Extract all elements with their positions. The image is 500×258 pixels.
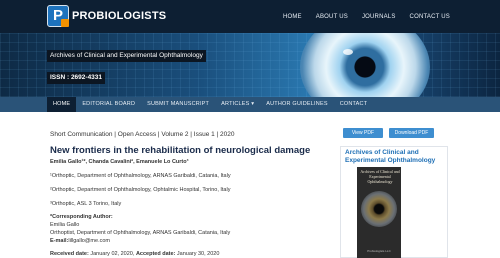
article-authors: Emilia Gallo¹*, Chanda Cavalini², Emanue… <box>50 159 189 165</box>
journal-banner <box>0 33 500 97</box>
download-pdf-button[interactable]: Download PDF <box>389 128 434 138</box>
top-nav: HOME ABOUT US JOURNALS CONTACT US <box>283 0 500 33</box>
banner-journal-title: Archives of Clinical and Experimental Op… <box>47 50 206 62</box>
accepted-label: Accepted date: <box>135 251 176 257</box>
corresponding-author-dept: Orthoptist, Department of Ophthalmology,… <box>50 230 231 236</box>
article-dates: Received date: January 02, 2020, Accepte… <box>50 251 220 257</box>
received-date: January 02, 2020 <box>90 251 133 257</box>
site-logo[interactable]: P PROBIOLOGISTS <box>47 5 166 27</box>
main-nav-articles[interactable]: ARTICLES ▾ <box>215 97 260 112</box>
email-label: E-mail: <box>50 238 69 244</box>
article-meta: Short Communication | Open Access | Volu… <box>50 131 235 138</box>
top-nav-home[interactable]: HOME <box>283 14 302 20</box>
logo-mark-icon: P <box>47 5 69 27</box>
view-pdf-button[interactable]: View PDF <box>343 128 383 138</box>
journal-cover[interactable]: Archives of Clinical and Experimental Op… <box>357 167 401 258</box>
main-nav-contact[interactable]: CONTACT <box>334 97 374 112</box>
affiliation-2: ²Orthoptic, Department of Ophthalmology,… <box>50 187 231 193</box>
corresponding-author-name: Emilia Gallo <box>50 222 80 228</box>
eye-image <box>300 33 430 97</box>
top-nav-contact[interactable]: CONTACT US <box>410 14 450 20</box>
logo-accent <box>61 19 69 27</box>
top-nav-journals[interactable]: JOURNALS <box>362 14 396 20</box>
main-nav-editorial-board[interactable]: EDITORIAL BOARD <box>76 97 141 112</box>
received-label: Received date: <box>50 251 89 257</box>
journal-sidebar-box: Archives of Clinical and Experimental Op… <box>340 146 448 258</box>
article-title: New frontiers in the rehabilitation of n… <box>50 145 311 156</box>
accepted-date: January 30, 2020 <box>176 251 220 257</box>
sidebar-journal-title[interactable]: Archives of Clinical and Experimental Op… <box>345 149 445 165</box>
affiliation-3: ³Orthoptic, ASL 3 Torino, Italy <box>50 201 122 207</box>
brand-name: PROBIOLOGISTS <box>72 10 167 22</box>
main-nav: HOME EDITORIAL BOARD SUBMIT MANUSCRIPT A… <box>0 97 500 112</box>
main-nav-items: HOME EDITORIAL BOARD SUBMIT MANUSCRIPT A… <box>47 97 373 112</box>
top-bar: P PROBIOLOGISTS HOME ABOUT US JOURNALS C… <box>0 0 500 33</box>
corresponding-author-heading: *Corresponding Author: <box>50 214 113 220</box>
cover-title: Archives of Clinical and Experimental Op… <box>360 169 400 184</box>
banner-issn: ISSN : 2692-4331 <box>47 72 106 84</box>
main-nav-submit-manuscript[interactable]: SUBMIT MANUSCRIPT <box>141 97 215 112</box>
email-address[interactable]: lillgallo@me.com <box>68 238 110 244</box>
cover-publisher: Probiologists LLC <box>367 249 391 253</box>
affiliation-1: ¹Orthoptic, Department of Ophthalmology,… <box>50 173 231 179</box>
cover-eye-image <box>361 191 397 227</box>
main-nav-home[interactable]: HOME <box>47 97 77 112</box>
main-nav-author-guidelines[interactable]: AUTHOR GUIDELINES <box>260 97 333 112</box>
corresponding-author-email-line: E-mail:lillgallo@me.com <box>50 238 110 244</box>
eye-glint <box>343 49 353 55</box>
top-nav-about[interactable]: ABOUT US <box>316 14 348 20</box>
